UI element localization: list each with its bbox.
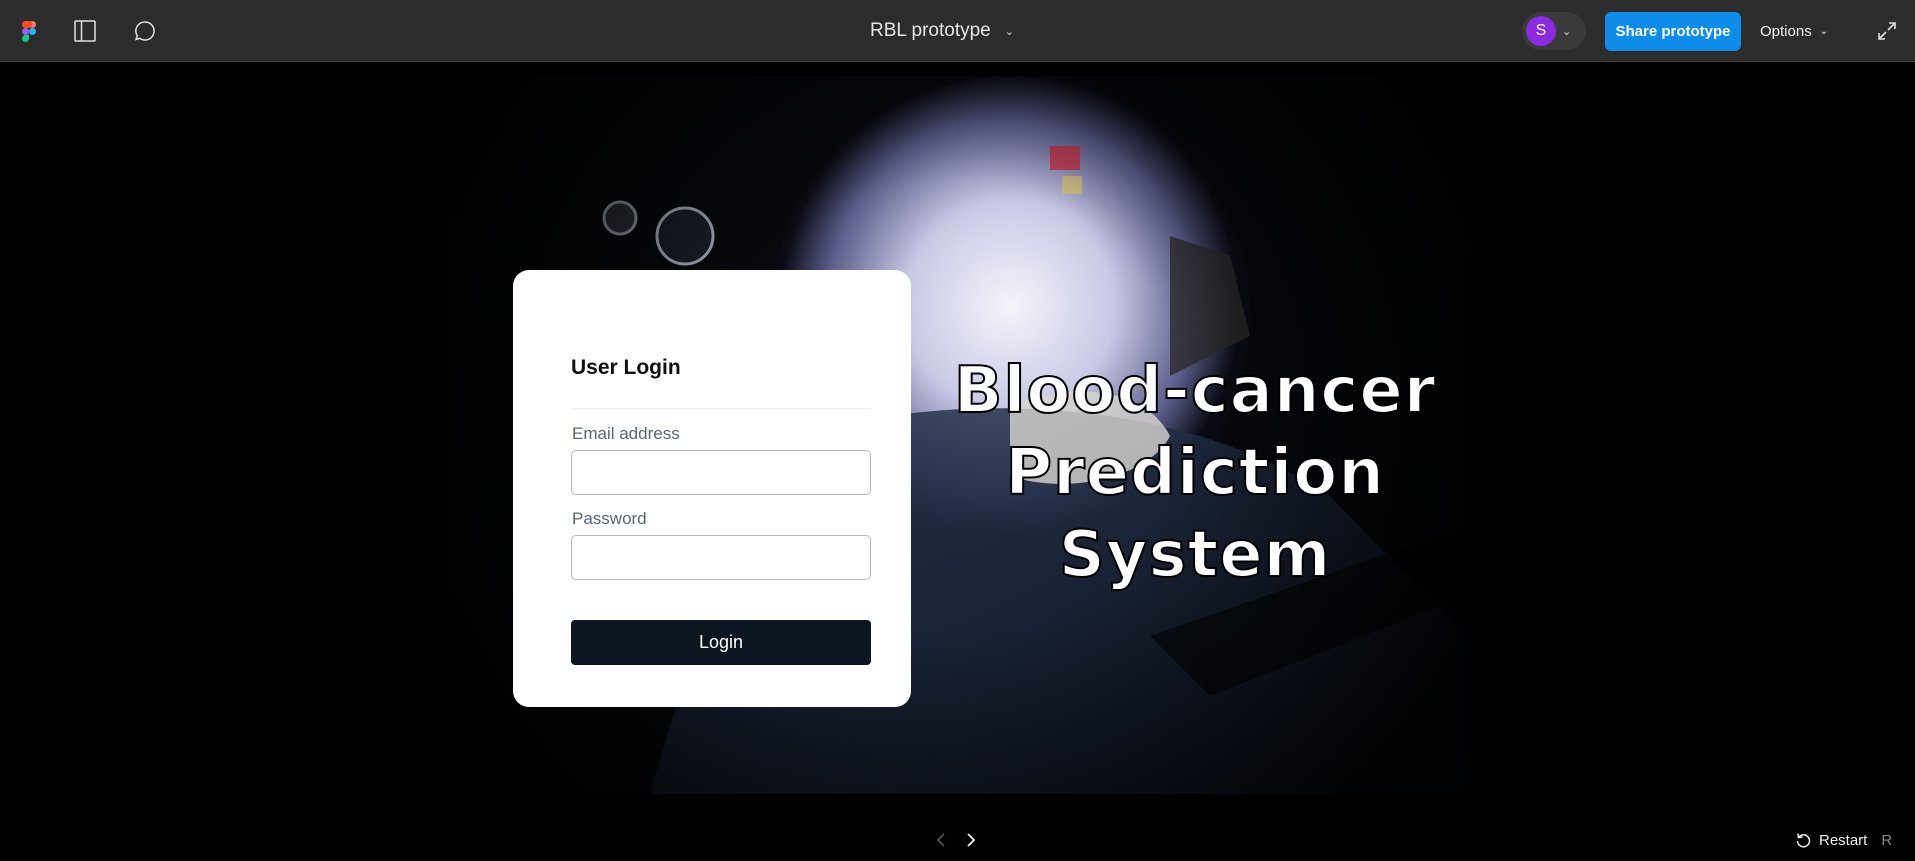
chevron-left-icon (936, 833, 945, 847)
restart-shortcut: R (1881, 831, 1893, 849)
chevron-down-icon: ⌄ (1004, 25, 1014, 38)
sidebar-toggle-icon[interactable] (70, 16, 100, 46)
avatar: S (1526, 16, 1556, 46)
chevron-down-icon: ⌄ (1819, 26, 1829, 37)
hero-title: Blood-cancer Prediction System (945, 350, 1445, 596)
options-button[interactable]: Options ⌄ (1760, 12, 1852, 51)
login-card: User Login Email address Password Login (513, 270, 911, 707)
hero-line-2: Prediction (1004, 435, 1385, 511)
previous-frame-button[interactable] (931, 826, 951, 854)
password-label: Password (572, 509, 647, 528)
comment-icon[interactable] (130, 16, 160, 46)
chevron-down-icon: ⌄ (1562, 25, 1572, 38)
email-label: Email address (572, 424, 680, 443)
divider (571, 408, 871, 409)
restart-label: Restart (1819, 831, 1868, 849)
hero-line-3: System (1058, 517, 1332, 593)
expand-icon[interactable] (1872, 16, 1902, 46)
next-frame-button[interactable] (961, 826, 981, 854)
prototype-title-dropdown[interactable]: RBL prototype ⌄ (870, 18, 1014, 44)
password-field[interactable] (571, 535, 871, 580)
toolbar: RBL prototype ⌄ S ⌄ Share prototype Opti… (0, 0, 1915, 62)
restart-icon (1796, 833, 1811, 848)
figma-logo-icon[interactable] (14, 16, 44, 46)
options-label: Options (1760, 23, 1812, 40)
login-title: User Login (571, 356, 681, 379)
email-field[interactable] (571, 450, 871, 495)
chevron-right-icon (967, 833, 976, 847)
login-button[interactable]: Login (571, 620, 871, 665)
hero-line-1: Blood-cancer (953, 353, 1437, 429)
user-menu[interactable]: S ⌄ (1522, 12, 1586, 50)
restart-button[interactable]: Restart R (1795, 828, 1892, 852)
share-prototype-button[interactable]: Share prototype (1605, 12, 1741, 51)
prototype-title: RBL prototype (870, 20, 991, 41)
